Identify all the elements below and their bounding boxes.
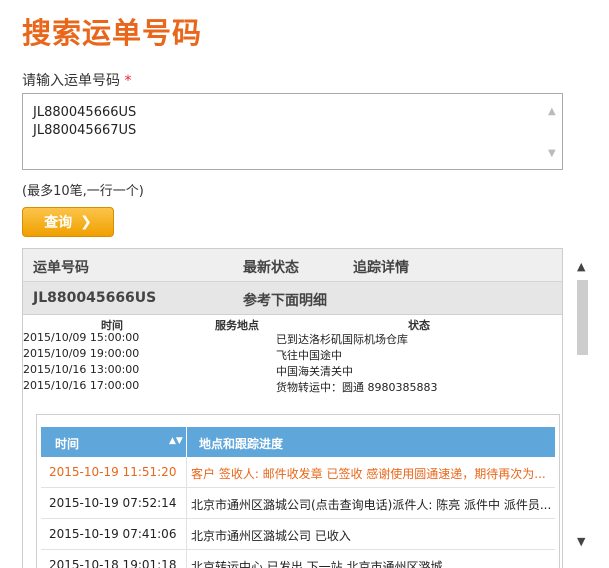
events-header: 时间 服务地点 状态: [23, 317, 562, 332]
search-button[interactable]: 查询 ❯: [22, 207, 114, 237]
tracking-numbers-textarea[interactable]: JL880045666US JL880045667US ▲ ▼: [22, 93, 563, 170]
detail-row: 2015-10-19 11:51:20 客户 签收人: 邮件收发章 已签收 感谢…: [41, 457, 555, 488]
search-button-label: 查询: [44, 215, 73, 231]
event-time: 2015/10/16 13:00:00: [23, 363, 140, 376]
event-status: 中国海关清关中: [276, 365, 353, 378]
event-row: 2015/10/16 13:00:00 中国海关清关中: [23, 363, 562, 379]
col-tracking-details: 追踪详情: [353, 260, 409, 276]
results-panel: 运单号码 最新状态 追踪详情 JL880045666US 参考下面明细 时间 服…: [22, 248, 563, 568]
scroll-up-icon[interactable]: ▲: [548, 106, 556, 117]
event-status: 货物转运中：圆通 8980385883: [276, 381, 438, 394]
input-hint: (最多10笔,一行一个): [22, 184, 144, 199]
scroll-down-icon[interactable]: ▼: [577, 535, 585, 548]
tracking-input-label: 请输入运单号码 *: [22, 70, 131, 90]
page-title: 搜索运单号码: [22, 16, 203, 50]
result-row[interactable]: JL880045666US 参考下面明细: [23, 282, 562, 315]
event-status: 已到达洛杉矶国际机场仓库: [276, 333, 408, 346]
detail-time: 2015-10-18 19:01:18: [49, 558, 177, 568]
sort-icon[interactable]: ▲▼: [169, 436, 183, 446]
detail-time: 2015-10-19 11:51:20: [49, 465, 177, 479]
detail-row: 2015-10-19 07:52:14 北京市通州区潞城公司(点击查询电话)派件…: [41, 488, 555, 519]
chevron-right-icon: ❯: [80, 214, 92, 230]
detail-text: 北京市通州区潞城公司(点击查询电话)派件人: 陈亮 派件中 派件员...: [191, 498, 552, 512]
event-row: 2015/10/09 19:00:00 飞往中国途中: [23, 347, 562, 363]
result-status: 参考下面明细: [243, 293, 327, 309]
scrollbar-thumb[interactable]: [577, 280, 588, 355]
event-time: 2015/10/09 15:00:00: [23, 331, 140, 344]
results-scrollbar[interactable]: ▲ ▼: [574, 258, 591, 548]
detail-row: 2015-10-18 19:01:18 北京转运中心 已发出,下一站 北京市通州…: [41, 550, 555, 568]
label-text: 请输入运单号码: [22, 73, 120, 89]
tracking-number-line: JL880045667US: [33, 123, 137, 138]
detail-time: 2015-10-19 07:52:14: [49, 496, 177, 510]
event-row: 2015/10/16 17:00:00 货物转运中：圆通 8980385883: [23, 379, 562, 395]
detail-time: 2015-10-19 07:41:06: [49, 527, 177, 541]
detail-row: 2015-10-19 07:41:06 北京市通州区潞城公司 已收入: [41, 519, 555, 550]
detail-header-row: 时间 ▲▼ 地点和跟踪进度: [41, 427, 555, 457]
scroll-down-icon[interactable]: ▼: [548, 148, 556, 159]
event-time: 2015/10/16 17:00:00: [23, 379, 140, 392]
scroll-up-icon[interactable]: ▲: [577, 260, 585, 273]
detail-text: 北京转运中心 已发出,下一站 北京市通州区潞城: [191, 560, 443, 568]
result-tracking-number: JL880045666US: [33, 290, 157, 306]
detail-col-progress: 地点和跟踪进度: [199, 437, 284, 451]
results-header-row: 运单号码 最新状态 追踪详情: [23, 249, 562, 282]
tracking-number-line: JL880045666US: [33, 105, 137, 120]
detail-text: 北京市通州区潞城公司 已收入: [191, 529, 351, 543]
event-row: 2015/10/09 15:00:00 已到达洛杉矶国际机场仓库: [23, 331, 562, 347]
required-mark: *: [124, 73, 132, 89]
col-latest-status: 最新状态: [243, 260, 299, 276]
textarea-scrollbar[interactable]: ▲ ▼: [545, 94, 562, 169]
col-tracking-number: 运单号码: [33, 260, 89, 276]
event-status: 飞往中国途中: [276, 349, 342, 362]
event-time: 2015/10/09 19:00:00: [23, 347, 140, 360]
tracking-detail-table: 时间 ▲▼ 地点和跟踪进度 2015-10-19 11:51:20 客户 签收人…: [36, 414, 560, 568]
detail-col-time[interactable]: 时间: [55, 435, 79, 452]
detail-text: 客户 签收人: 邮件收发章 已签收 感谢使用圆通速递，期待再次为...: [191, 467, 546, 481]
